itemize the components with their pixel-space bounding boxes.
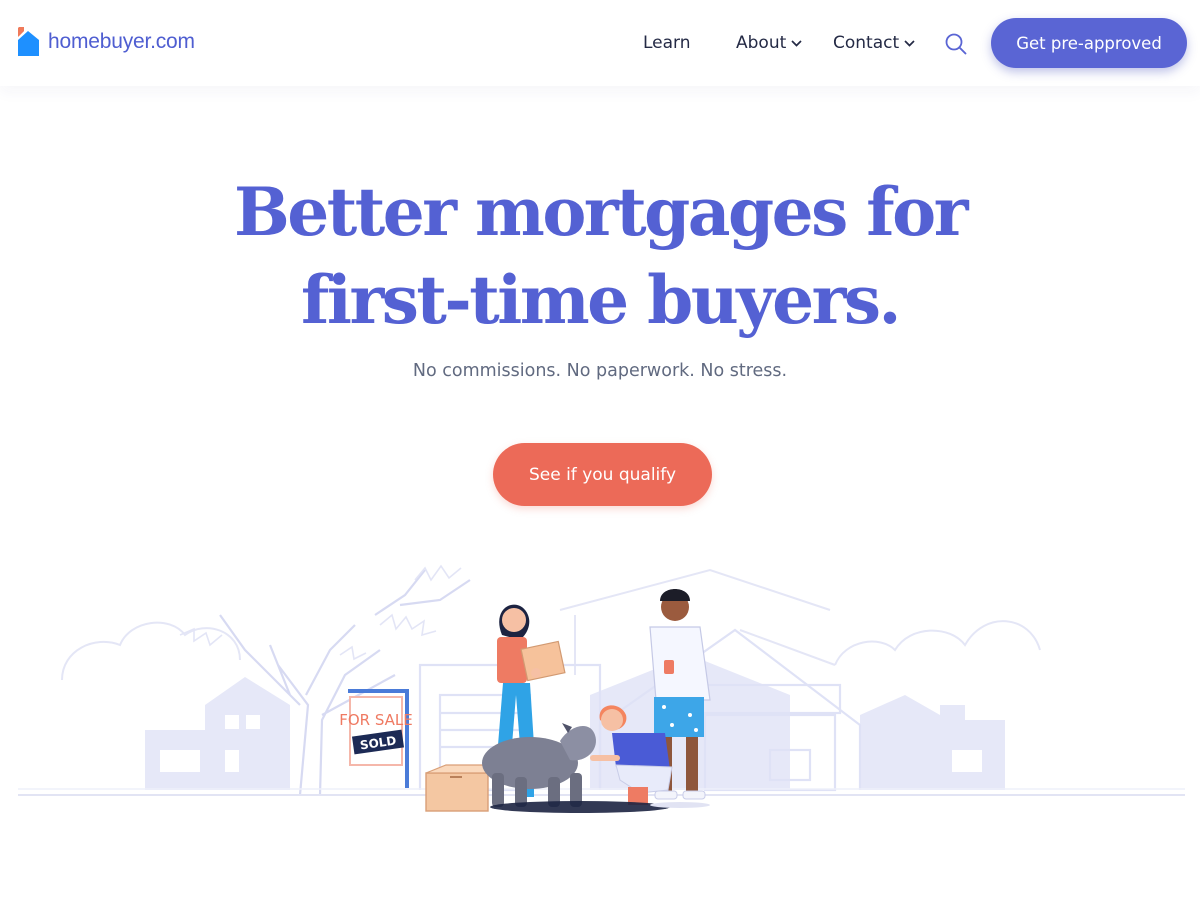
see-if-you-qualify-button[interactable]: See if you qualify (493, 443, 712, 506)
site-header: homebuyer.com Learn About Contact Get pr… (0, 0, 1200, 86)
for-sale-sign: FOR SALE SOLD (339, 689, 413, 788)
nav-contact-label: Contact (833, 33, 900, 53)
hero-title-line-1: Better mortgages for (234, 173, 968, 251)
nav-learn-label: Learn (643, 33, 691, 53)
neighborhood-illustration: FOR SALE SOLD (18, 564, 1185, 813)
nav-learn[interactable]: Learn (643, 31, 691, 55)
hero-title-line-2: first-time buyers. (300, 261, 902, 339)
chevron-down-icon (791, 39, 802, 47)
search-icon (945, 33, 967, 55)
chevron-down-icon (904, 39, 915, 47)
hero-subtitle: No commissions. No paperwork. No stress. (412, 361, 788, 381)
for-sale-text: FOR SALE (339, 711, 413, 729)
hero-illustration: FOR SALE SOLD (0, 555, 1200, 830)
hero-title: Better mortgages for first-time buyers. (0, 168, 1200, 344)
page: homebuyer.com Learn About Contact Get pr… (0, 0, 1200, 900)
nav-about-label: About (736, 33, 787, 53)
house-logo-icon (18, 27, 39, 56)
nav-about[interactable]: About (736, 31, 802, 55)
get-pre-approved-button[interactable]: Get pre-approved (991, 18, 1187, 68)
nav-contact[interactable]: Contact (833, 31, 915, 55)
logo-text: homebuyer.com (48, 30, 195, 53)
logo[interactable]: homebuyer.com (18, 26, 195, 58)
search-button[interactable] (945, 33, 967, 55)
